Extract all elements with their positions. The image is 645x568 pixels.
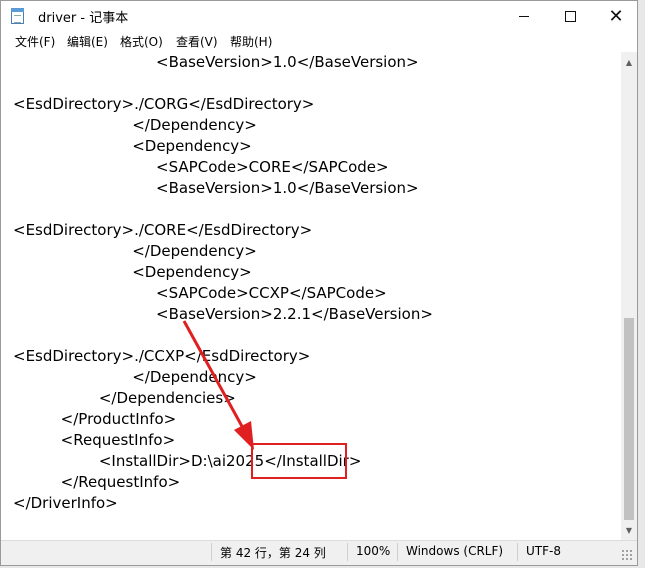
editor-line: </Dependency>	[13, 242, 257, 260]
editor-line: </DriverInfo>	[13, 494, 118, 512]
close-button[interactable]: ✕	[593, 1, 637, 31]
menu-view[interactable]: 查看(V)	[176, 33, 218, 50]
menu-edit[interactable]: 编辑(E)	[67, 33, 108, 50]
scroll-down-icon[interactable]: ▼	[621, 522, 637, 538]
editor-line: <BaseVersion>1.0</BaseVersion>	[13, 53, 419, 71]
editor-line: </RequestInfo>	[13, 473, 181, 491]
minimize-button[interactable]	[501, 1, 547, 31]
editor-line: <EsdDirectory>./CCXP</EsdDirectory>	[13, 347, 311, 365]
annotation-highlight-box	[251, 443, 347, 479]
window-title: driver - 记事本	[38, 11, 129, 26]
encoding: UTF-8	[526, 544, 561, 558]
editor-line: <EsdDirectory>./CORE</EsdDirectory>	[13, 221, 313, 239]
scroll-up-icon[interactable]: ▲	[621, 54, 637, 70]
notepad-icon	[11, 8, 24, 24]
minimize-icon	[519, 15, 529, 17]
editor-line: </Dependency>	[13, 116, 257, 134]
editor-line: </Dependencies>	[13, 389, 236, 407]
status-divider	[211, 543, 212, 561]
editor-line: <EsdDirectory>./CORG</EsdDirectory>	[13, 95, 315, 113]
status-bar: 第 42 行，第 24 列 100% Windows (CRLF) UTF-8	[1, 540, 637, 565]
title-bar[interactable]: driver - 记事本 ✕	[1, 1, 637, 31]
status-divider	[347, 543, 348, 561]
editor-line: <BaseVersion>1.0</BaseVersion>	[13, 179, 419, 197]
close-icon: ✕	[608, 5, 624, 27]
editor-line: <Dependency>	[13, 263, 252, 281]
resize-grip-icon[interactable]	[621, 549, 633, 561]
editor-line: <BaseVersion>2.2.1</BaseVersion>	[13, 305, 433, 323]
status-divider	[517, 543, 518, 561]
editor-line: <SAPCode>CCXP</SAPCode>	[13, 284, 387, 302]
menu-file[interactable]: 文件(F)	[15, 33, 55, 50]
editor-line: <RequestInfo>	[13, 431, 176, 449]
vertical-scrollbar[interactable]: ▲ ▼	[621, 52, 637, 540]
notepad-window: driver - 记事本 ✕ 文件(F) 编辑(E) 格式(O) 查看(V) 帮…	[0, 0, 638, 566]
menu-bar: 文件(F) 编辑(E) 格式(O) 查看(V) 帮助(H)	[1, 31, 637, 52]
editor-line: </ProductInfo>	[13, 410, 177, 428]
zoom-level: 100%	[356, 544, 391, 558]
editor-line: <Dependency>	[13, 137, 252, 155]
menu-help[interactable]: 帮助(H)	[230, 33, 272, 50]
line-ending: Windows (CRLF)	[406, 544, 504, 558]
editor-line: <SAPCode>CORE</SAPCode>	[13, 158, 389, 176]
editor-line: </Dependency>	[13, 368, 257, 386]
cursor-position: 第 42 行，第 24 列	[220, 546, 326, 560]
maximize-icon	[564, 10, 576, 22]
menu-format[interactable]: 格式(O)	[120, 33, 163, 50]
maximize-button[interactable]	[547, 1, 593, 31]
status-divider	[397, 543, 398, 561]
scrollbar-thumb[interactable]	[624, 318, 634, 520]
